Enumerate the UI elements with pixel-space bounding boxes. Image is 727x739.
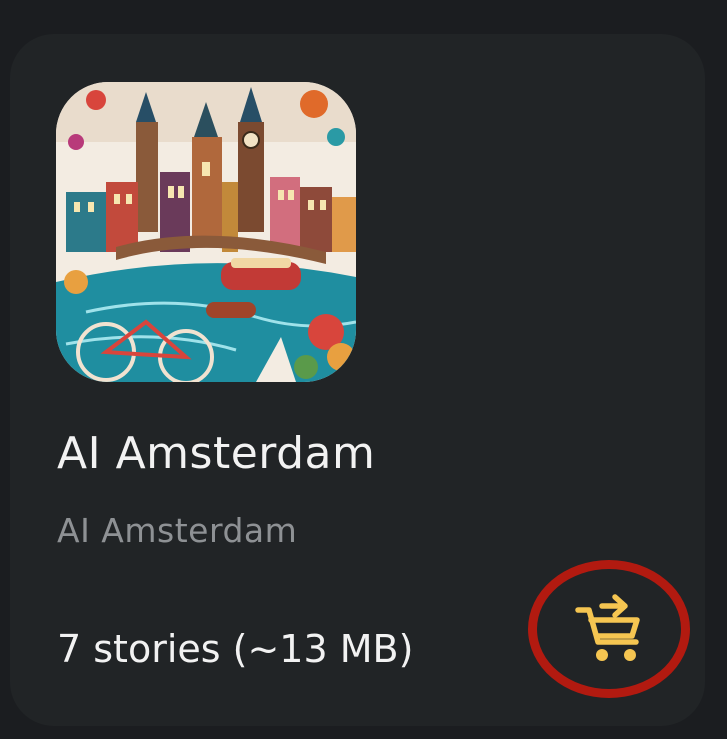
pack-size-info: 7 stories (~13 MB) xyxy=(57,627,414,671)
pack-title: AI Amsterdam xyxy=(57,428,376,479)
pack-subtitle: AI Amsterdam xyxy=(57,511,298,550)
cover-image xyxy=(56,82,356,382)
cart-transfer-icon xyxy=(575,594,640,661)
add-to-cart-button[interactable] xyxy=(562,588,658,668)
